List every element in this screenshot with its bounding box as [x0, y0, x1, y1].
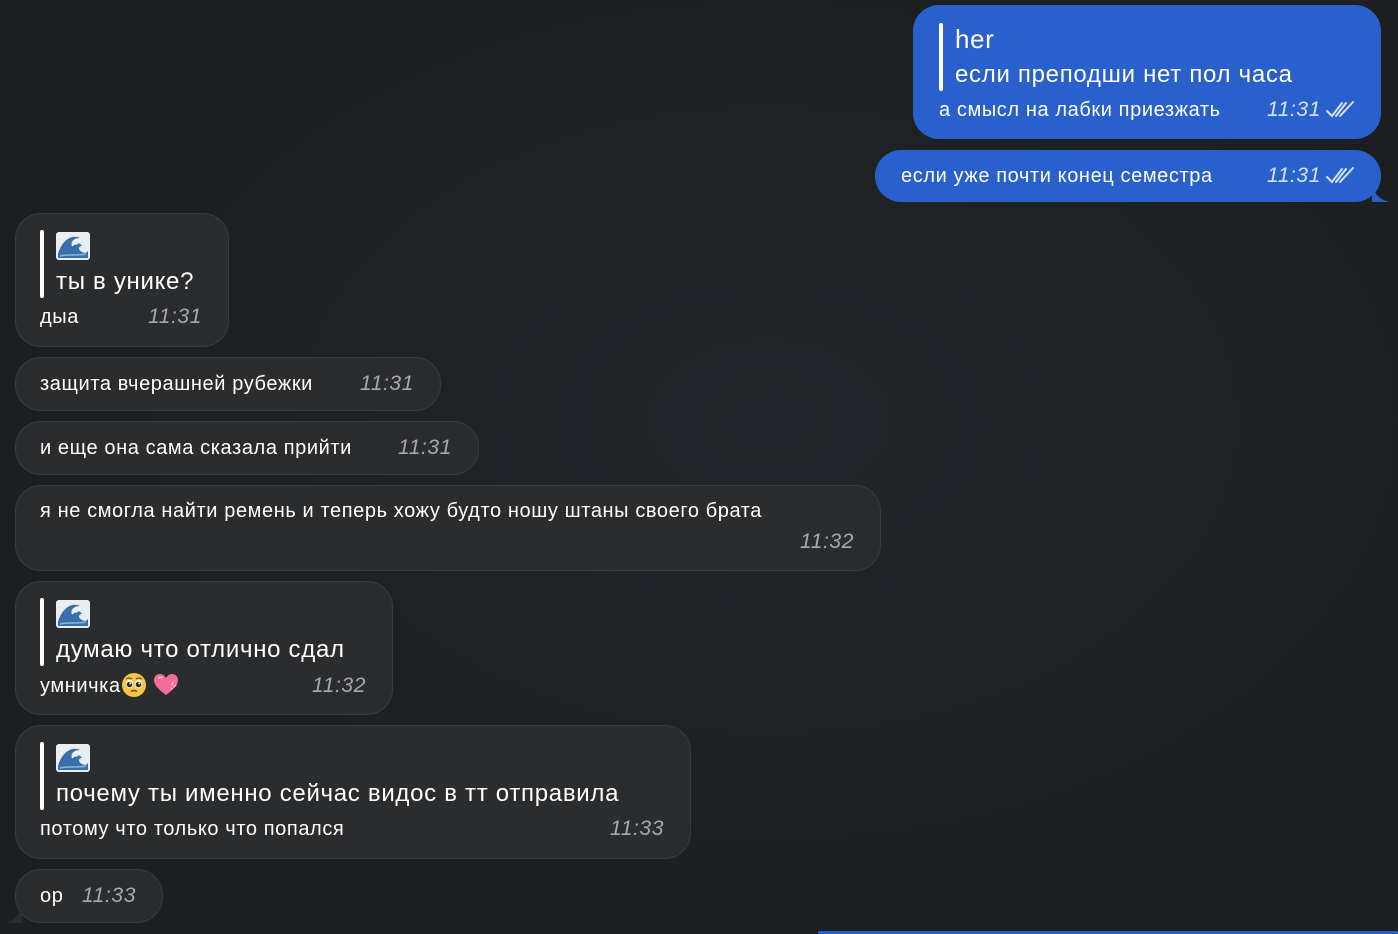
message-text: ор [40, 885, 64, 907]
reply-text: если преподши нет пол часа [955, 61, 1293, 88]
message-text: а смысл на лабки приезжать [939, 99, 1221, 121]
incoming-message[interactable]: и еще она сама сказала прийти 11:31 [15, 421, 479, 475]
incoming-message[interactable]: защита вчерашней рубежки 11:31 [15, 357, 441, 411]
message-time: 11:31 [360, 372, 414, 395]
bubble-tail-icon [4, 905, 22, 923]
reply-text: думаю что отлично сдал [56, 636, 345, 663]
read-ticks-icon [1325, 166, 1355, 186]
reply-text: почему ты именно сейчас видос в тт отпра… [56, 780, 620, 807]
message-time: 11:31 [1267, 164, 1355, 188]
reply-quote[interactable]: her если преподши нет пол часа [939, 21, 1355, 93]
chat-view[interactable]: her если преподши нет пол часа а смысл н… [0, 0, 1398, 934]
incoming-message[interactable]: ор 11:33 [15, 869, 163, 923]
outgoing-message[interactable]: если уже почти конец семестра 11:31 [875, 150, 1381, 202]
message-text: я не смогла найти ремень и теперь хожу б… [40, 500, 763, 522]
pleading-face-icon [121, 673, 146, 697]
message-text: если уже почти конец семестра [901, 165, 1213, 187]
message-text: умничка [40, 672, 179, 699]
message-time: 11:33 [82, 884, 136, 907]
reply-text: ты в унике? [56, 268, 195, 295]
reply-quote[interactable]: думаю что отлично сдал [40, 596, 366, 668]
incoming-message[interactable]: ты в унике? дыа 11:31 [15, 213, 229, 347]
message-time: 11:31 [148, 305, 202, 328]
water-wave-icon [56, 600, 90, 628]
reply-quote[interactable]: ты в унике? [40, 228, 202, 300]
message-text: защита вчерашней рубежки [40, 373, 313, 395]
water-wave-icon [56, 232, 90, 260]
message-time: 11:32 [800, 530, 854, 553]
message-text: потому что только что попался [40, 818, 345, 840]
incoming-message[interactable]: я не смогла найти ремень и теперь хожу б… [15, 485, 881, 571]
incoming-message[interactable]: почему ты именно сейчас видос в тт отпра… [15, 725, 691, 859]
message-time: 11:33 [610, 817, 664, 840]
reply-quote[interactable]: почему ты именно сейчас видос в тт отпра… [40, 740, 664, 812]
reply-author: her [955, 24, 995, 54]
pink-heart-icon [153, 674, 178, 695]
message-time: 11:31 [398, 436, 452, 459]
water-wave-icon [56, 744, 90, 772]
bubble-tail-icon [1372, 184, 1390, 202]
read-ticks-icon [1325, 100, 1355, 120]
message-time: 11:32 [312, 674, 366, 697]
outgoing-message[interactable]: her если преподши нет пол часа а смысл н… [913, 5, 1381, 139]
message-text: дыа [40, 306, 79, 328]
message-text: и еще она сама сказала прийти [40, 437, 352, 459]
message-time: 11:31 [1267, 98, 1355, 122]
incoming-message[interactable]: думаю что отлично сдал умничка 11:32 [15, 581, 393, 715]
